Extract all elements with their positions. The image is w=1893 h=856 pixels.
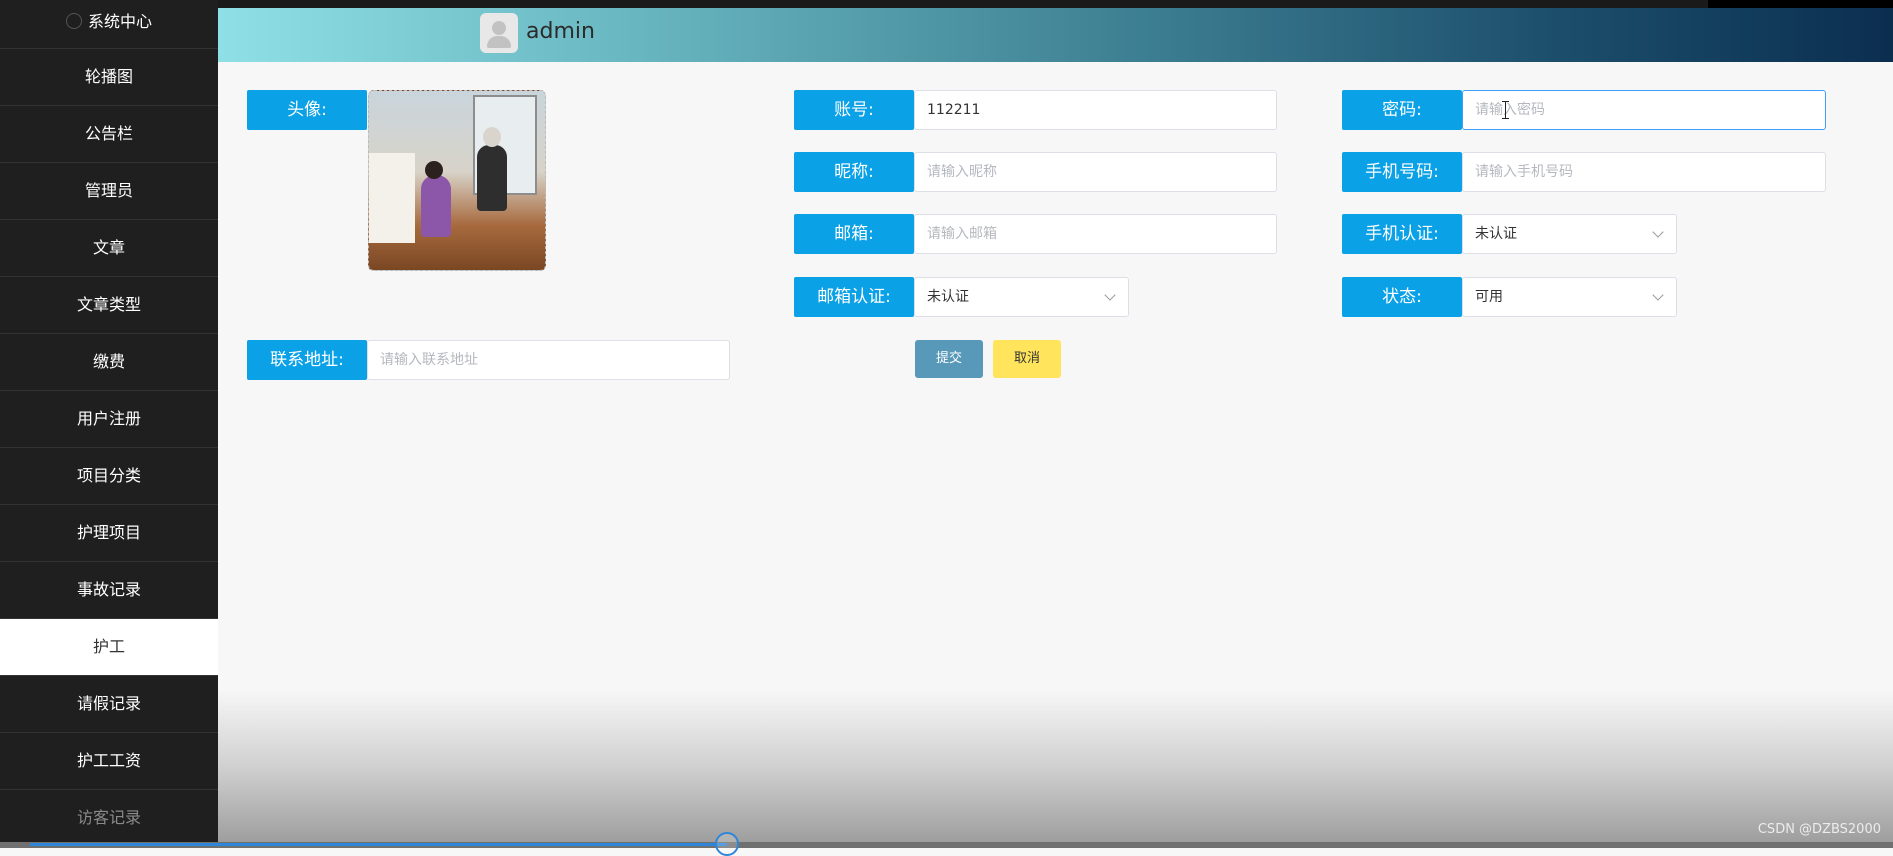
avatar-upload-image[interactable] (368, 90, 546, 271)
password-label: 密码: (1342, 90, 1462, 130)
sidebar-item-label: 系统中心 (87, 12, 152, 31)
nickname-label: 昵称: (794, 152, 914, 192)
phone-verify-select[interactable]: 未认证 (1462, 214, 1677, 254)
video-progress-fill (30, 843, 727, 846)
sidebar-item-care-project[interactable]: 护理项目 (0, 505, 218, 562)
photo-elder (477, 145, 507, 211)
text-cursor-icon (1502, 101, 1510, 119)
phone-verify-value: 未认证 (1475, 226, 1517, 242)
user-avatar-icon[interactable] (480, 13, 518, 53)
sidebar-item-article-type[interactable]: 文章类型 (0, 277, 218, 334)
sidebar-item-label: 项目分类 (76, 466, 141, 485)
sidebar-item-system-center[interactable]: 系统中心 (0, 0, 218, 49)
sidebar-item-label: 用户注册 (76, 409, 141, 428)
sidebar-item-accident-record[interactable]: 事故记录 (0, 562, 218, 619)
nickname-input[interactable] (914, 152, 1277, 192)
email-verify-label: 邮箱认证: (794, 277, 914, 317)
sidebar-item-label: 轮播图 (84, 67, 133, 86)
email-verify-select[interactable]: 未认证 (914, 277, 1129, 317)
watermark: CSDN @DZBS2000 (1757, 822, 1881, 837)
sidebar-item-label: 事故记录 (76, 580, 141, 599)
sidebar-item-article[interactable]: 文章 (0, 220, 218, 277)
sidebar-item-project-category[interactable]: 项目分类 (0, 448, 218, 505)
chevron-down-icon (1652, 226, 1664, 238)
email-label: 邮箱: (794, 214, 914, 254)
sidebar-item-label: 公告栏 (84, 124, 133, 143)
sidebar-item-label: 访客记录 (76, 808, 141, 827)
username[interactable]: admin (526, 19, 595, 44)
account-label: 账号: (794, 90, 914, 130)
photo-bed (369, 153, 415, 243)
phone-label: 手机号码: (1342, 152, 1462, 192)
account-input[interactable] (914, 90, 1277, 130)
avatar-head (492, 21, 506, 35)
video-bottom-gradient (218, 690, 1893, 848)
chevron-down-icon (1652, 289, 1664, 301)
top-strip (0, 0, 1893, 16)
sidebar-item-label: 请假记录 (76, 694, 141, 713)
sidebar-item-label: 文章类型 (76, 295, 141, 314)
address-label: 联系地址: (247, 340, 367, 380)
submit-button[interactable]: 提交 (915, 340, 983, 378)
sidebar-item-label: 管理员 (84, 181, 133, 200)
phone-input[interactable] (1462, 152, 1826, 192)
photo-caregiver-head (425, 161, 443, 179)
status-label: 状态: (1342, 277, 1462, 317)
top-header: admin (218, 8, 1893, 62)
sidebar-item-visitor-record[interactable]: 访客记录 (0, 790, 218, 847)
email-verify-value: 未认证 (927, 289, 969, 305)
status-value: 可用 (1475, 289, 1503, 305)
phone-verify-label: 手机认证: (1342, 214, 1462, 254)
sidebar-item-label: 缴费 (92, 352, 125, 371)
cancel-button[interactable]: 取消 (993, 340, 1061, 378)
sidebar-item-user-register[interactable]: 用户注册 (0, 391, 218, 448)
sidebar-item-label: 护理项目 (76, 523, 141, 542)
photo-caregiver (421, 175, 451, 237)
address-input[interactable] (367, 340, 730, 380)
system-center-icon (65, 13, 82, 29)
sidebar-item-admin[interactable]: 管理员 (0, 163, 218, 220)
sidebar-item-leave-record[interactable]: 请假记录 (0, 676, 218, 733)
password-input[interactable] (1462, 90, 1826, 130)
sidebar-item-payment[interactable]: 缴费 (0, 334, 218, 391)
sidebar-item-label: 护工 (92, 637, 125, 656)
sidebar-item-label: 文章 (92, 238, 125, 257)
chevron-down-icon (1104, 289, 1116, 301)
email-input[interactable] (914, 214, 1277, 254)
sidebar-item-label: 护工工资 (76, 751, 141, 770)
video-progress-handle[interactable] (714, 832, 739, 856)
sidebar: 系统中心 轮播图 公告栏 管理员 文章 文章类型 缴费 用户注册 项目分类 护理… (0, 0, 218, 848)
avatar-label: 头像: (247, 90, 367, 130)
status-select[interactable]: 可用 (1462, 277, 1677, 317)
photo-elder-head (483, 127, 501, 147)
sidebar-item-caregiver-salary[interactable]: 护工工资 (0, 733, 218, 790)
sidebar-item-caregiver[interactable]: 护工 (0, 619, 218, 676)
avatar-shoulders (487, 36, 511, 48)
sidebar-item-notice-board[interactable]: 公告栏 (0, 106, 218, 163)
sidebar-item-carousel[interactable]: 轮播图 (0, 49, 218, 106)
